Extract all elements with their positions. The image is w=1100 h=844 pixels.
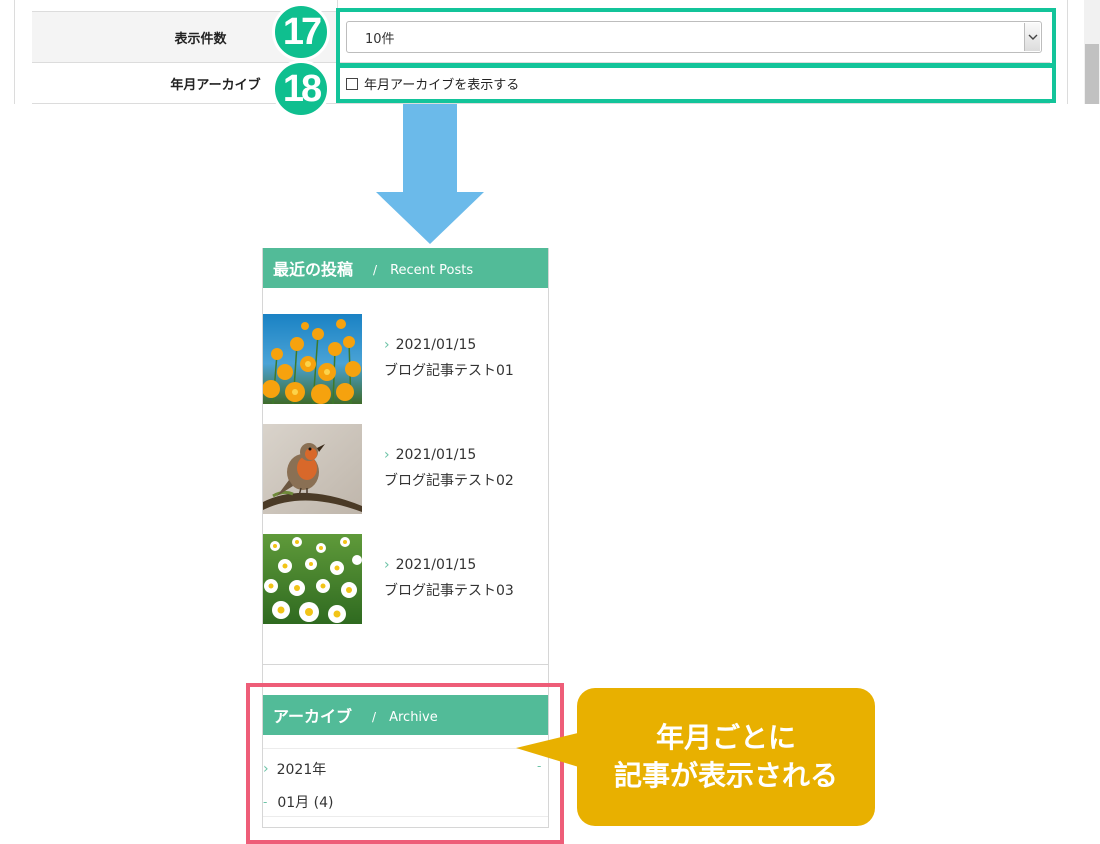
chevron-right-icon: › — [384, 337, 390, 353]
recent-posts-header: 最近の投稿 / Recent Posts — [263, 248, 548, 288]
post-date-text: 2021/01/15 — [395, 447, 477, 463]
callout-line-2: 記事が表示される — [613, 759, 838, 792]
recent-posts-subtitle: Recent Posts — [390, 262, 474, 278]
callout-bubble: 年月ごとに 記事が表示される — [577, 688, 875, 826]
recent-post-item-1[interactable]: › 2021/01/15 ブログ記事テスト01 — [263, 314, 548, 404]
highlight-box-17 — [336, 8, 1056, 67]
recent-post-item-3[interactable]: › 2021/01/15 ブログ記事テスト03 — [263, 534, 548, 624]
post-title-3[interactable]: ブログ記事テスト03 — [384, 580, 514, 600]
post-date-text: 2021/01/15 — [395, 557, 477, 573]
post-thumbnail-orange-flowers[interactable] — [263, 314, 362, 404]
recent-post-item-2[interactable]: › 2021/01/15 ブログ記事テスト02 — [263, 424, 548, 514]
post-thumbnail-white-daisies[interactable] — [263, 534, 362, 624]
post-title-1[interactable]: ブログ記事テスト01 — [384, 360, 514, 380]
callout-line-1: 年月ごとに — [655, 721, 796, 754]
recent-posts-separator: / — [373, 263, 378, 277]
step-badge-18: 18 — [272, 60, 330, 118]
post-title-2[interactable]: ブログ記事テスト02 — [384, 470, 514, 490]
post-date-2[interactable]: › 2021/01/15 — [384, 447, 476, 463]
post-date-1[interactable]: › 2021/01/15 — [384, 337, 476, 353]
scrollbar-thumb[interactable] — [1085, 44, 1099, 104]
widget-divider — [263, 664, 548, 665]
post-date-3[interactable]: › 2021/01/15 — [384, 557, 476, 573]
chevron-right-icon: › — [384, 557, 390, 573]
down-arrow-icon — [376, 104, 484, 244]
step-badge-17: 17 — [272, 3, 330, 61]
recent-posts-title: 最近の投稿 — [273, 260, 354, 279]
chevron-right-icon: › — [384, 447, 390, 463]
post-date-text: 2021/01/15 — [395, 337, 477, 353]
highlight-box-18 — [336, 64, 1056, 103]
post-thumbnail-robin-bird[interactable] — [263, 424, 362, 514]
callout-pointer-icon — [516, 732, 582, 768]
